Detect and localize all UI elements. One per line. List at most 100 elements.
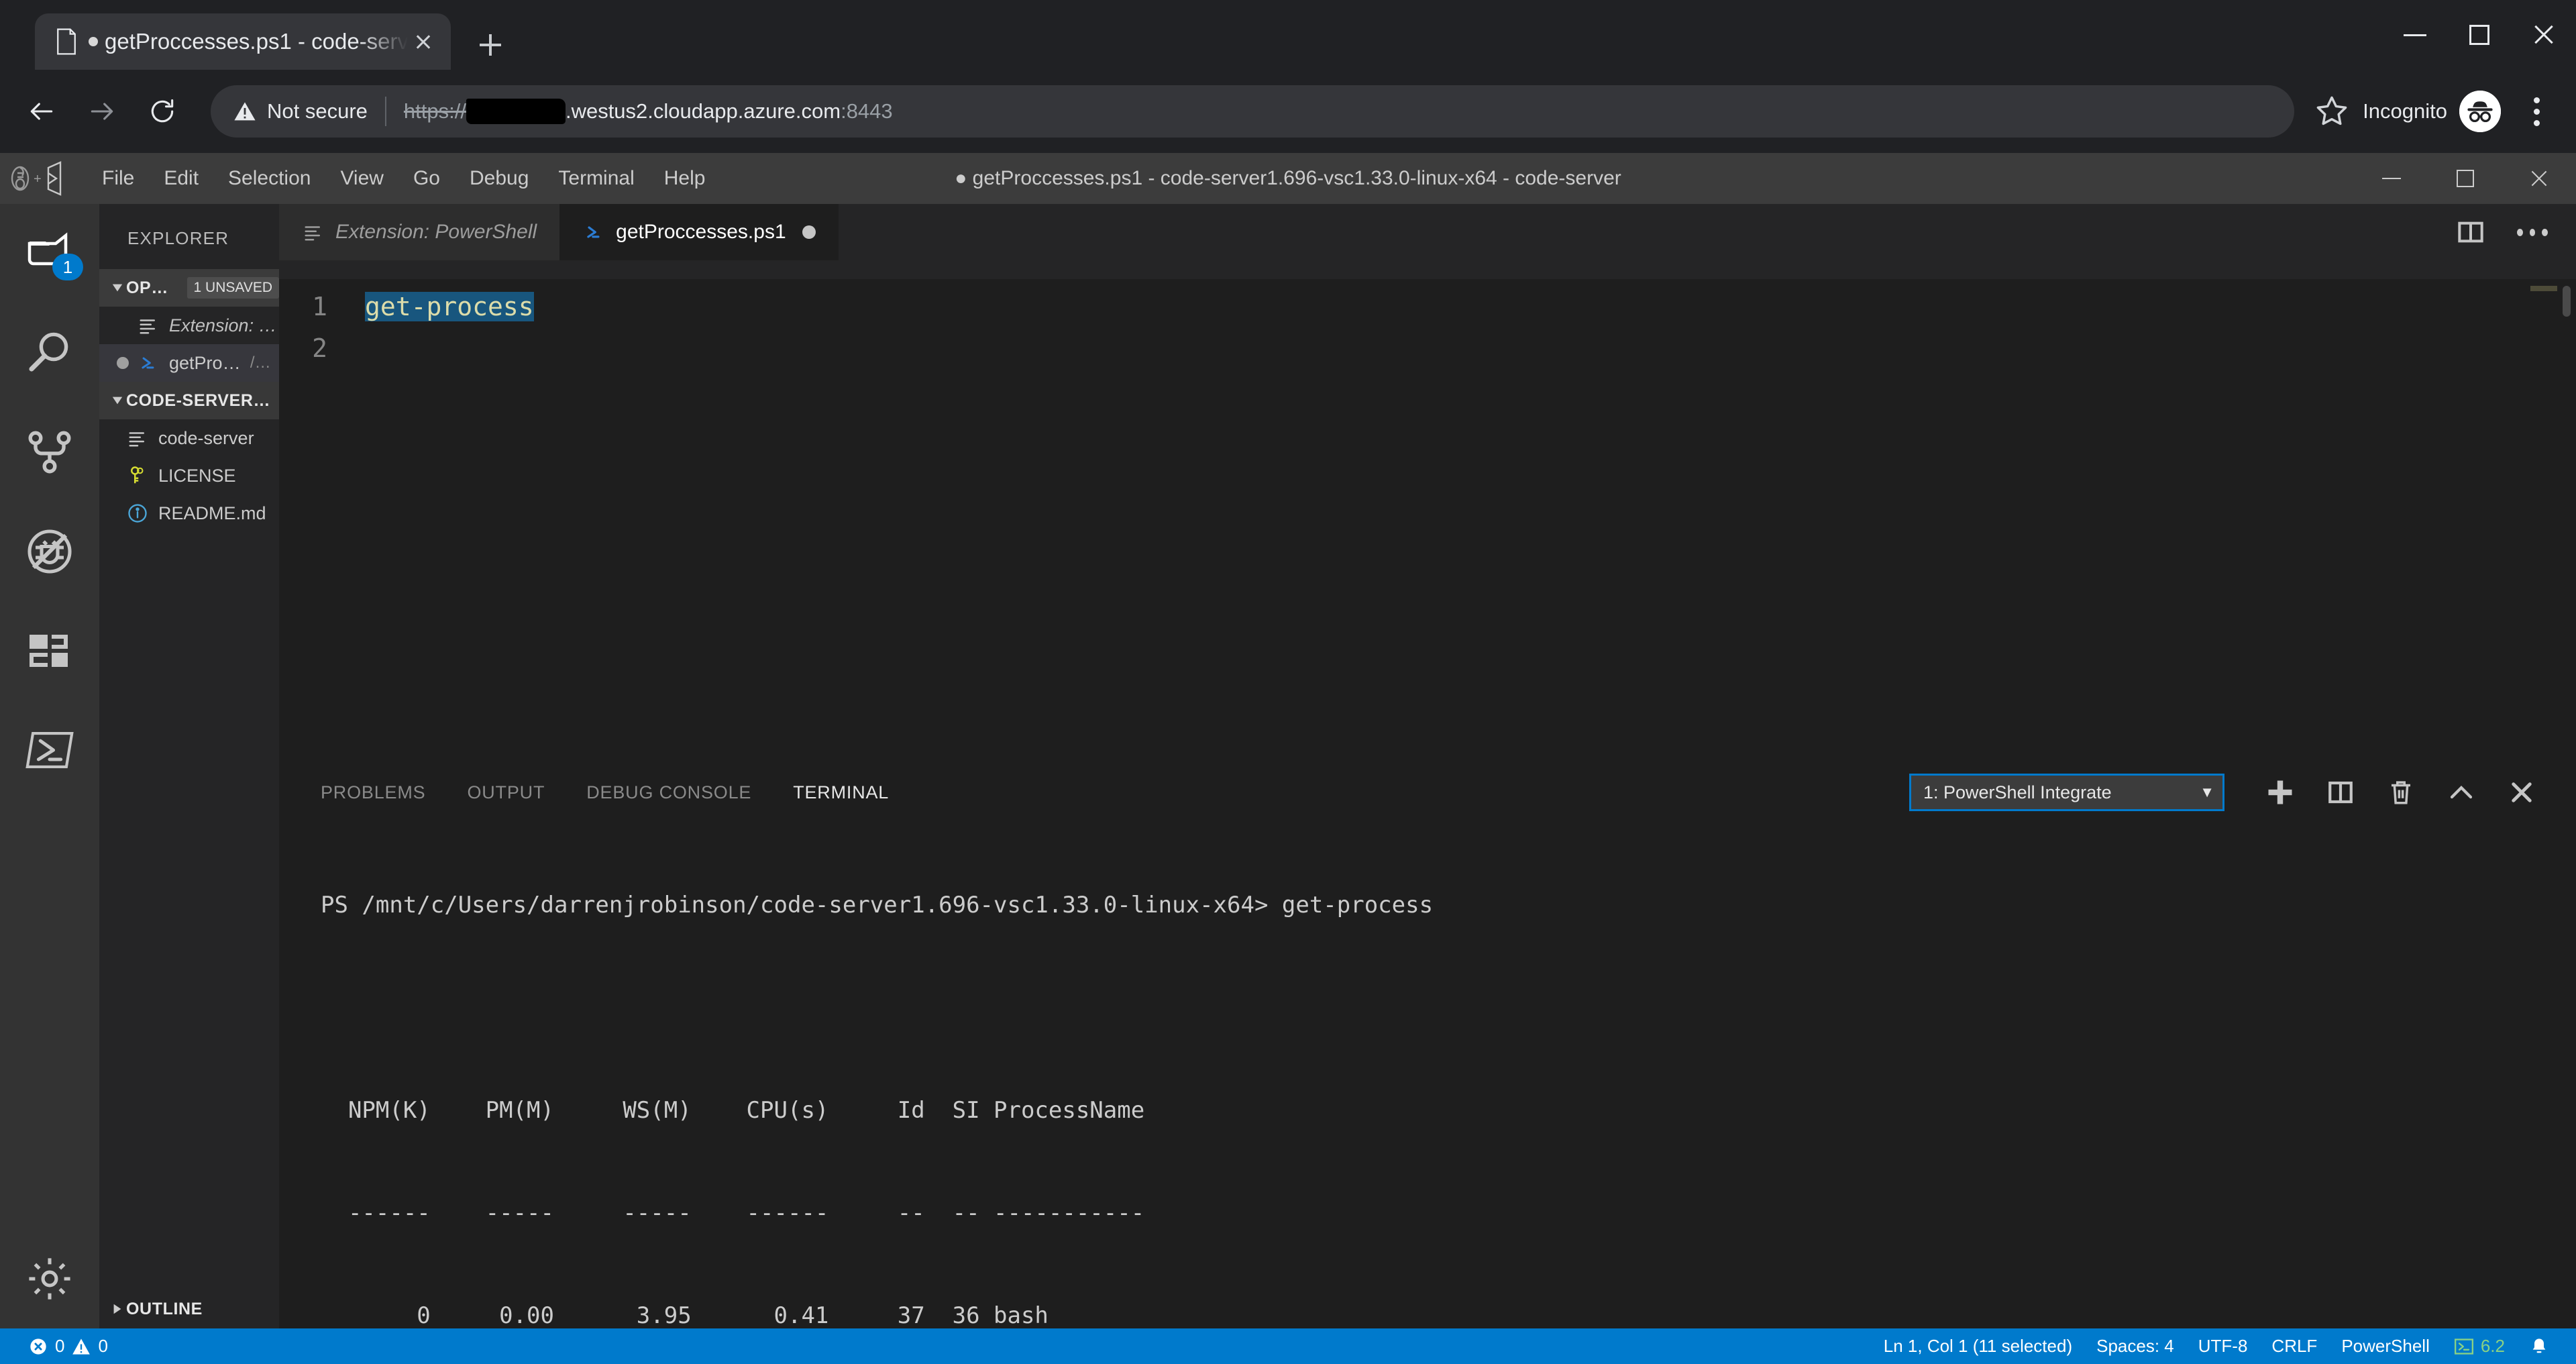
terminal-prompt: PS /mnt/c/Users/darrenjrobinson/code-ser… xyxy=(321,892,1269,919)
open-editor-extension-powershell[interactable]: Extension: PowerShell xyxy=(99,307,279,344)
outline-section-header[interactable]: OUTLINE xyxy=(99,1290,279,1328)
ps-version-label: 6.2 xyxy=(2480,1336,2505,1356)
address-bar[interactable]: Not secure https:// .westus2.cloudapp.azu… xyxy=(211,85,2295,138)
activity-extensions-icon[interactable] xyxy=(0,601,99,700)
back-button[interactable] xyxy=(16,86,67,137)
tab-problems[interactable]: PROBLEMS xyxy=(321,765,425,820)
clean-indicator xyxy=(117,319,129,331)
encoding-status[interactable]: UTF-8 xyxy=(2186,1336,2260,1357)
editor-area: Extension: PowerShell getProccesses.ps1 xyxy=(279,204,2576,1328)
split-editor-icon[interactable] xyxy=(2455,217,2486,248)
status-bar: 0 0 Ln 1, Col 1 (11 selected) Spaces: 4 … xyxy=(0,1328,2576,1364)
browser-window-controls xyxy=(2383,0,2576,70)
terminal-table-separator: ------ ----- ----- ------ -- -- --------… xyxy=(321,1200,1145,1226)
chevron-right-icon xyxy=(109,1300,126,1318)
kill-terminal-icon[interactable] xyxy=(2371,769,2431,816)
activity-explorer-icon[interactable]: 1 xyxy=(0,204,99,303)
language-mode-status[interactable]: PowerShell xyxy=(2329,1336,2442,1357)
vscode-titlebar: + File Edit Selection View Go Debug Term… xyxy=(0,153,2576,204)
open-editor-path: /mnt/c/... xyxy=(250,354,279,372)
problems-status[interactable]: 0 0 xyxy=(16,1336,120,1357)
terminal-prompt-line: PS /mnt/c/Users/darrenjrobinson/code-ser… xyxy=(321,888,2576,923)
vscode-window: + File Edit Selection View Go Debug Term… xyxy=(0,153,2576,1364)
tab-terminal[interactable]: TERMINAL xyxy=(793,765,889,820)
vscode-window-controls xyxy=(2355,153,2576,204)
open-editors-section-header[interactable]: OPEN EDITORS 1 UNSAVED xyxy=(99,269,279,307)
status-bar-right: Ln 1, Col 1 (11 selected) Spaces: 4 UTF-… xyxy=(1872,1336,2576,1357)
file-code-server[interactable]: code-server xyxy=(99,419,279,457)
eol-status[interactable]: CRLF xyxy=(2259,1336,2329,1357)
code-server-logo-icon: + xyxy=(0,153,87,204)
menu-help[interactable]: Help xyxy=(649,153,720,204)
unsaved-dot-indicator xyxy=(117,357,129,369)
notifications-bell-icon[interactable] xyxy=(2517,1336,2561,1357)
forward-button[interactable] xyxy=(76,86,127,137)
activity-settings-gear-icon[interactable] xyxy=(0,1229,99,1328)
code-editor[interactable]: 1 get-process 2 xyxy=(279,260,2576,765)
vscode-close-button[interactable] xyxy=(2502,153,2576,204)
activity-source-control-icon[interactable] xyxy=(0,403,99,502)
vscode-minimize-button[interactable] xyxy=(2355,153,2428,204)
browser-menu-button[interactable] xyxy=(2513,88,2560,135)
page-favicon-icon xyxy=(55,28,78,55)
error-icon xyxy=(28,1336,48,1357)
profile-indicator[interactable]: Incognito xyxy=(2363,91,2501,132)
menu-debug[interactable]: Debug xyxy=(455,153,543,204)
svg-text:+: + xyxy=(34,172,42,187)
split-terminal-icon[interactable] xyxy=(2310,769,2371,816)
activity-search-icon[interactable] xyxy=(0,303,99,403)
menu-edit[interactable]: Edit xyxy=(149,153,213,204)
close-tab-icon[interactable] xyxy=(408,26,439,57)
indentation-status[interactable]: Spaces: 4 xyxy=(2084,1336,2186,1357)
breadcrumb xyxy=(279,260,2576,279)
menu-go[interactable]: Go xyxy=(398,153,455,204)
info-icon xyxy=(126,502,149,525)
tab-unsaved-dot xyxy=(89,37,98,46)
vscode-menubar: File Edit Selection View Go Debug Termin… xyxy=(87,153,720,204)
new-tab-button[interactable] xyxy=(466,20,515,70)
tab-debug-console[interactable]: DEBUG CONSOLE xyxy=(586,765,751,820)
maximize-panel-icon[interactable] xyxy=(2431,769,2491,816)
reload-button[interactable] xyxy=(137,86,188,137)
browser-minimize-button[interactable] xyxy=(2383,0,2447,70)
folder-section-header[interactable]: CODE-SERVER1.696-VSC1.33.0-LINU... xyxy=(99,382,279,419)
terminal-selector-dropdown[interactable]: 1: PowerShell Integrate ▼ xyxy=(1909,774,2224,811)
browser-tabstrip: getProccesses.ps1 - code-serve xyxy=(0,0,2576,70)
menu-view[interactable]: View xyxy=(325,153,398,204)
browser-close-button[interactable] xyxy=(2512,0,2576,70)
minimap[interactable] xyxy=(2530,286,2560,294)
menu-file[interactable]: File xyxy=(87,153,149,204)
editor-more-actions-icon[interactable] xyxy=(2517,217,2548,248)
terminal-selector-value: 1: PowerShell Integrate xyxy=(1923,782,2112,802)
panel-toolbar: 1: PowerShell Integrate ▼ xyxy=(1909,769,2576,816)
key-icon xyxy=(126,464,149,487)
menu-selection[interactable]: Selection xyxy=(213,153,325,204)
explorer-badge: 1 xyxy=(52,254,83,280)
browser-tab[interactable]: getProccesses.ps1 - code-serve xyxy=(35,13,451,70)
unsaved-count-badge: 1 UNSAVED xyxy=(186,277,279,299)
activity-bar-bottom xyxy=(0,1229,99,1328)
terminal-output[interactable]: PS /mnt/c/Users/darrenjrobinson/code-ser… xyxy=(279,820,2576,1328)
activity-powershell-icon[interactable] xyxy=(0,700,99,800)
bookmark-star-icon[interactable] xyxy=(2314,94,2349,129)
activity-debug-icon[interactable] xyxy=(0,502,99,601)
menu-terminal[interactable]: Terminal xyxy=(543,153,649,204)
tab-output[interactable]: OUTPUT xyxy=(467,765,545,820)
vscode-maximize-button[interactable] xyxy=(2428,153,2502,204)
open-editors-label: OPEN EDITORS xyxy=(126,278,178,297)
incognito-avatar-icon xyxy=(2459,91,2501,132)
code-content[interactable]: 1 get-process 2 xyxy=(279,279,2576,369)
editor-scrollbar[interactable] xyxy=(2563,286,2571,317)
file-license[interactable]: LICENSE xyxy=(99,457,279,494)
tab-extension-powershell[interactable]: Extension: PowerShell xyxy=(279,204,560,260)
file-readme[interactable]: README.md xyxy=(99,494,279,532)
cursor-position-status[interactable]: Ln 1, Col 1 (11 selected) xyxy=(1872,1336,2084,1357)
powershell-version-status[interactable]: 6.2 xyxy=(2442,1336,2517,1357)
new-terminal-icon[interactable] xyxy=(2250,769,2310,816)
browser-maximize-button[interactable] xyxy=(2447,0,2512,70)
open-editor-getproccesses[interactable]: getProccesses.ps1 /mnt/c/... xyxy=(99,344,279,382)
vscode-body: 1 EXPLORER OPEN 1 UNSAVED Extension: Po … xyxy=(0,204,2576,1328)
tab-getproccesses[interactable]: getProccesses.ps1 xyxy=(559,204,839,260)
powershell-icon xyxy=(137,352,160,374)
close-panel-icon[interactable] xyxy=(2491,769,2552,816)
